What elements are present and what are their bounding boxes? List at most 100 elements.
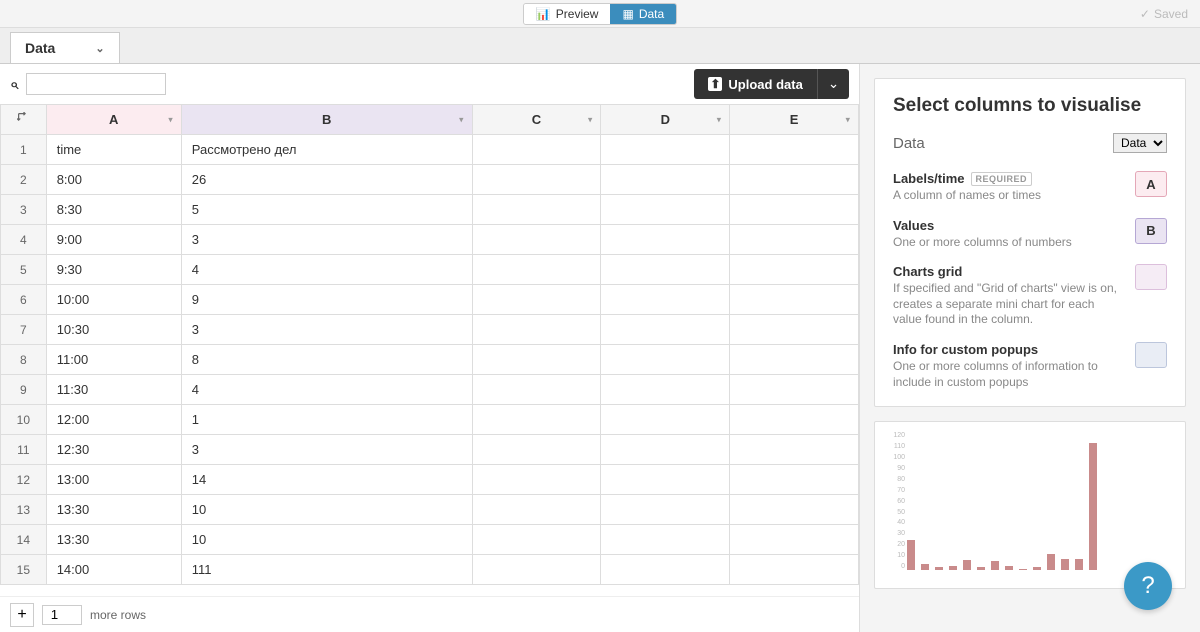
cell[interactable] — [472, 255, 601, 285]
cell[interactable] — [601, 135, 730, 165]
row-header[interactable]: 5 — [1, 255, 47, 285]
cell[interactable] — [601, 285, 730, 315]
cell[interactable] — [472, 555, 601, 585]
cell[interactable] — [472, 525, 601, 555]
cell[interactable]: 10:30 — [46, 315, 181, 345]
cell[interactable] — [730, 255, 859, 285]
sheet-tab-data[interactable]: Data ⌄ — [10, 32, 120, 63]
cell[interactable]: 111 — [181, 555, 472, 585]
data-source-select[interactable]: Data — [1113, 133, 1167, 153]
cell[interactable]: 9:00 — [46, 225, 181, 255]
cell[interactable]: 3 — [181, 315, 472, 345]
cell[interactable]: 8 — [181, 345, 472, 375]
row-header[interactable]: 1 — [1, 135, 47, 165]
cell[interactable]: 11:00 — [46, 345, 181, 375]
row-header[interactable]: 11 — [1, 435, 47, 465]
row-header[interactable]: 15 — [1, 555, 47, 585]
cell[interactable]: 4 — [181, 375, 472, 405]
help-button[interactable]: ? — [1124, 562, 1172, 610]
cell[interactable]: Рассмотрено дел — [181, 135, 472, 165]
cell[interactable] — [472, 225, 601, 255]
cell[interactable] — [601, 195, 730, 225]
column-badge-empty[interactable] — [1135, 264, 1167, 290]
cell[interactable] — [730, 495, 859, 525]
cell[interactable]: 12:00 — [46, 405, 181, 435]
row-header[interactable]: 7 — [1, 315, 47, 345]
chevron-down-icon[interactable]: ⌄ — [95, 42, 104, 55]
cell[interactable] — [601, 315, 730, 345]
column-header-C[interactable]: C ▾ — [472, 105, 601, 135]
cell[interactable]: 10 — [181, 525, 472, 555]
cell[interactable] — [601, 525, 730, 555]
cell[interactable]: 8:00 — [46, 165, 181, 195]
cell[interactable] — [730, 555, 859, 585]
cell[interactable] — [730, 345, 859, 375]
cell[interactable]: 12:30 — [46, 435, 181, 465]
cell[interactable]: 13:30 — [46, 495, 181, 525]
search-input[interactable] — [26, 73, 166, 95]
cell[interactable] — [472, 435, 601, 465]
cell[interactable] — [601, 465, 730, 495]
upload-data-button[interactable]: Upload data — [694, 69, 816, 99]
cell[interactable] — [730, 435, 859, 465]
column-menu-icon[interactable]: ▾ — [717, 114, 722, 125]
cell[interactable]: 4 — [181, 255, 472, 285]
column-header-B[interactable]: B ▾ — [181, 105, 472, 135]
cell[interactable] — [601, 435, 730, 465]
cell[interactable] — [472, 375, 601, 405]
cell[interactable]: 13:30 — [46, 525, 181, 555]
row-header[interactable]: 13 — [1, 495, 47, 525]
row-header[interactable]: 8 — [1, 345, 47, 375]
transpose-corner[interactable] — [1, 105, 47, 135]
cell[interactable] — [472, 285, 601, 315]
cell[interactable] — [472, 165, 601, 195]
cell[interactable] — [730, 405, 859, 435]
cell[interactable] — [601, 165, 730, 195]
cell[interactable]: 3 — [181, 225, 472, 255]
cell[interactable]: 1 — [181, 405, 472, 435]
cell[interactable] — [472, 315, 601, 345]
cell[interactable] — [472, 465, 601, 495]
tab-data[interactable]: ▦ Data — [610, 4, 676, 24]
column-header-D[interactable]: D ▾ — [601, 105, 730, 135]
cell[interactable] — [730, 225, 859, 255]
cell[interactable] — [601, 375, 730, 405]
row-header[interactable]: 10 — [1, 405, 47, 435]
column-menu-icon[interactable]: ▾ — [588, 114, 593, 125]
cell[interactable]: 5 — [181, 195, 472, 225]
search-icon[interactable] — [10, 76, 18, 93]
cell[interactable] — [730, 315, 859, 345]
cell[interactable]: 10 — [181, 495, 472, 525]
cell[interactable] — [730, 165, 859, 195]
cell[interactable]: 14:00 — [46, 555, 181, 585]
column-menu-icon[interactable]: ▾ — [459, 114, 464, 125]
column-badge-empty[interactable] — [1135, 342, 1167, 368]
row-header[interactable]: 2 — [1, 165, 47, 195]
cell[interactable] — [472, 195, 601, 225]
cell[interactable]: 8:30 — [46, 195, 181, 225]
cell[interactable] — [730, 375, 859, 405]
tab-preview[interactable]: 📊 Preview — [524, 4, 611, 24]
row-header[interactable]: 14 — [1, 525, 47, 555]
row-header[interactable]: 9 — [1, 375, 47, 405]
cell[interactable] — [601, 495, 730, 525]
cell[interactable] — [472, 405, 601, 435]
cell[interactable] — [601, 405, 730, 435]
cell[interactable] — [601, 225, 730, 255]
cell[interactable]: 14 — [181, 465, 472, 495]
row-header[interactable]: 12 — [1, 465, 47, 495]
column-header-A[interactable]: A ▾ — [46, 105, 181, 135]
cell[interactable] — [601, 555, 730, 585]
cell[interactable]: 9 — [181, 285, 472, 315]
column-badge-A[interactable]: A — [1135, 171, 1167, 197]
cell[interactable]: 10:00 — [46, 285, 181, 315]
cell[interactable] — [730, 525, 859, 555]
upload-dropdown-button[interactable]: ⌄ — [817, 69, 849, 99]
cell[interactable] — [472, 495, 601, 525]
row-header[interactable]: 4 — [1, 225, 47, 255]
cell[interactable] — [472, 135, 601, 165]
cell[interactable] — [730, 465, 859, 495]
cell[interactable]: 3 — [181, 435, 472, 465]
more-rows-input[interactable] — [42, 605, 82, 625]
cell[interactable]: time — [46, 135, 181, 165]
